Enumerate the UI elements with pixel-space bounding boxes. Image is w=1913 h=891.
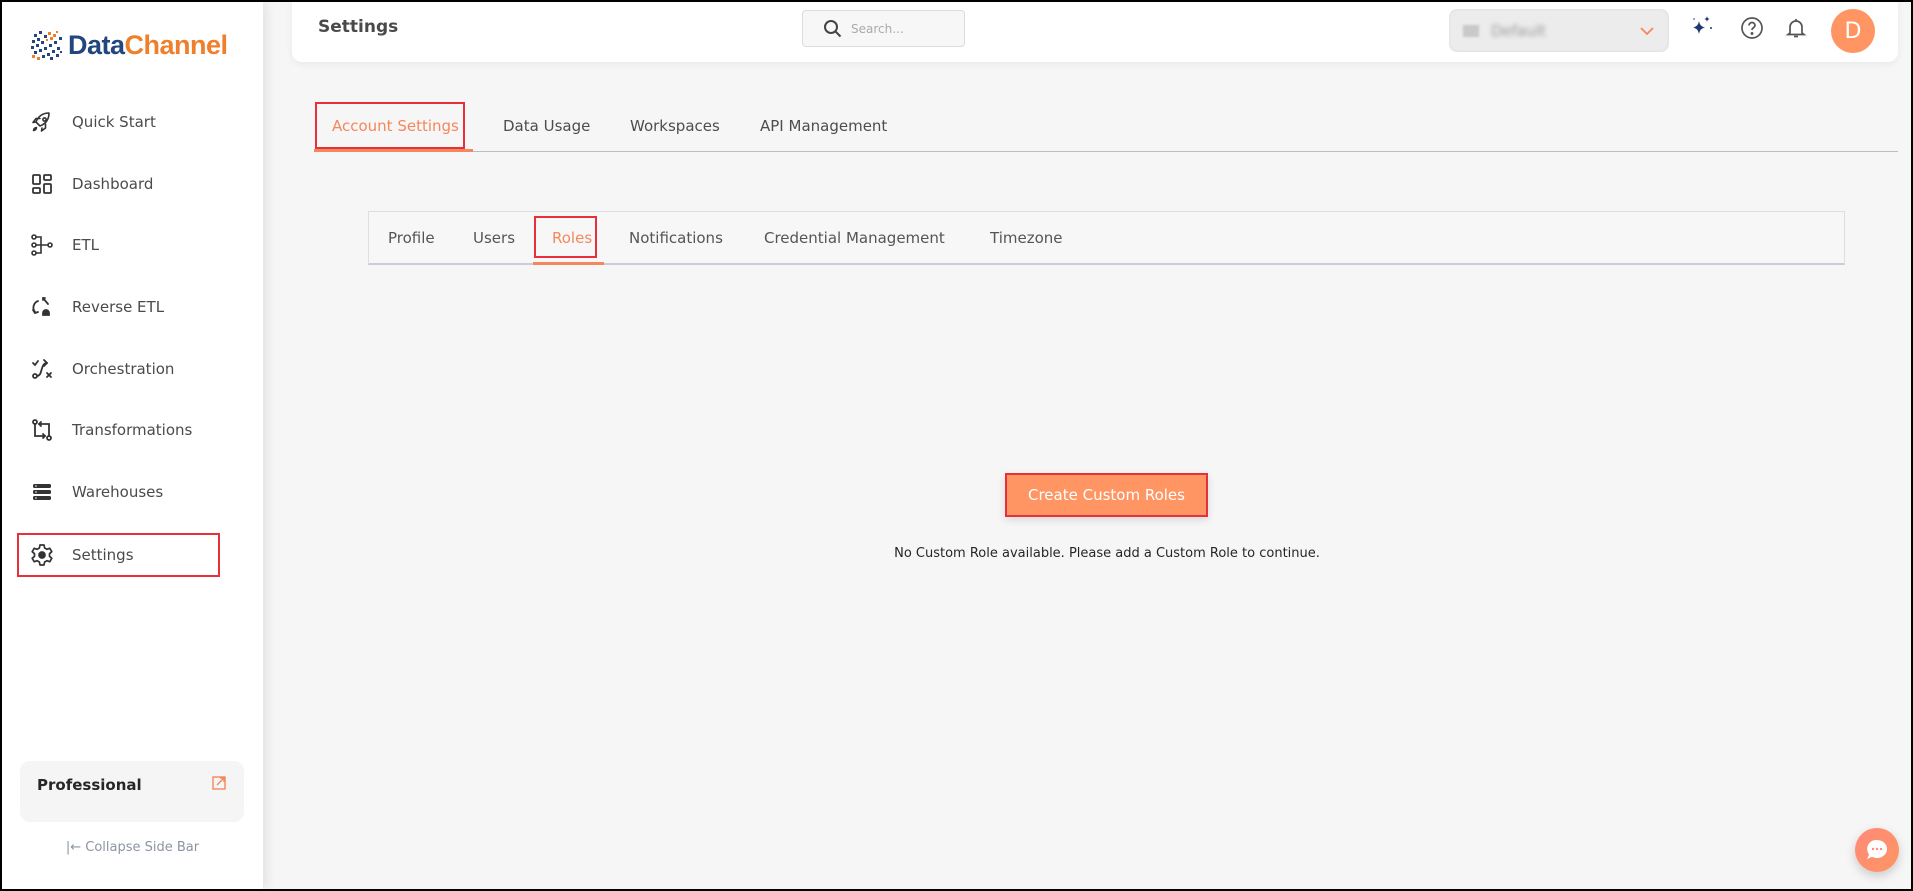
search-box[interactable] — [802, 10, 965, 47]
dashboard-icon — [29, 171, 55, 197]
create-custom-roles-button[interactable]: Create Custom Roles — [1005, 473, 1208, 517]
bell-icon[interactable] — [1782, 14, 1810, 42]
collapse-sidebar-button[interactable]: |← Collapse Side Bar — [2, 840, 263, 855]
sidebar-item-label: Reverse ETL — [72, 298, 165, 316]
datachannel-logo[interactable]: DataChannel — [28, 26, 228, 64]
tab-roles[interactable]: Roles — [532, 212, 605, 265]
sidebar-item-transformations[interactable]: Transformations — [19, 410, 218, 450]
highlight-box — [315, 102, 465, 149]
tab-credential-management[interactable]: Credential Management — [764, 212, 945, 263]
chevron-down-icon — [1640, 27, 1654, 36]
plan-card[interactable]: Professional — [20, 761, 244, 822]
sidebar-item-label: Settings — [72, 546, 134, 564]
orchestration-icon — [29, 356, 55, 382]
sidebar-item-label: Quick Start — [72, 113, 156, 131]
gear-icon — [29, 542, 55, 568]
user-avatar[interactable]: D — [1831, 9, 1875, 53]
highlight-box — [534, 216, 598, 258]
sidebar-item-label: Orchestration — [72, 360, 175, 378]
page-title: Settings — [318, 17, 399, 37]
logo-globe-icon — [31, 31, 62, 60]
tab-notifications[interactable]: Notifications — [629, 212, 723, 263]
sidebar-item-dashboard[interactable]: Dashboard — [19, 164, 218, 204]
sidebar-item-label: ETL — [72, 236, 99, 254]
help-icon[interactable] — [1738, 14, 1766, 42]
chat-widget-button[interactable] — [1855, 828, 1899, 872]
app-window: DataChannel Quick Start Dashboard ETL Re… — [2, 2, 1911, 889]
sidebar-item-reverse-etl[interactable]: Reverse ETL — [19, 287, 218, 327]
sub-tabs: Profile Users Roles Notifications Creden… — [368, 211, 1845, 265]
tab-data-usage[interactable]: Data Usage — [503, 100, 590, 151]
workspace-name: Default — [1491, 21, 1546, 40]
search-input[interactable] — [851, 21, 951, 36]
sparkle-icon[interactable] — [1687, 14, 1715, 42]
sidebar-item-orchestration[interactable]: Orchestration — [19, 349, 218, 389]
warehouses-icon — [29, 479, 55, 505]
building-icon — [1463, 24, 1479, 37]
tab-users[interactable]: Users — [473, 212, 515, 263]
workspace-selector[interactable]: Default — [1449, 9, 1669, 52]
tab-account-settings[interactable]: Account Settings — [314, 100, 473, 152]
top-header: Settings Default — [292, 2, 1898, 62]
tab-workspaces[interactable]: Workspaces — [630, 100, 720, 151]
sidebar: DataChannel Quick Start Dashboard ETL Re… — [2, 2, 263, 889]
external-link-icon[interactable] — [211, 775, 227, 791]
rocket-icon — [29, 109, 55, 135]
tab-profile[interactable]: Profile — [388, 212, 435, 263]
search-icon — [824, 19, 842, 37]
sidebar-item-label: Transformations — [72, 421, 193, 439]
sidebar-item-label: Dashboard — [72, 175, 154, 193]
sidebar-item-warehouses[interactable]: Warehouses — [19, 472, 218, 512]
tab-api-management[interactable]: API Management — [760, 100, 887, 151]
sidebar-item-settings[interactable]: Settings — [17, 533, 220, 577]
plan-name: Professional — [37, 776, 142, 794]
chat-bubble-icon — [1867, 839, 1887, 859]
reverse-etl-icon — [29, 294, 55, 320]
logo-text: DataChannel — [68, 29, 228, 60]
main-tabs: Account Settings Data Usage Workspaces A… — [314, 100, 1898, 152]
sidebar-item-etl[interactable]: ETL — [19, 225, 218, 265]
etl-icon — [29, 232, 55, 258]
sidebar-item-label: Warehouses — [72, 483, 164, 501]
tab-timezone[interactable]: Timezone — [990, 212, 1063, 263]
transformations-icon — [29, 417, 55, 443]
empty-state-message: No Custom Role available. Please add a C… — [894, 546, 1320, 561]
sidebar-item-quick-start[interactable]: Quick Start — [19, 102, 218, 142]
